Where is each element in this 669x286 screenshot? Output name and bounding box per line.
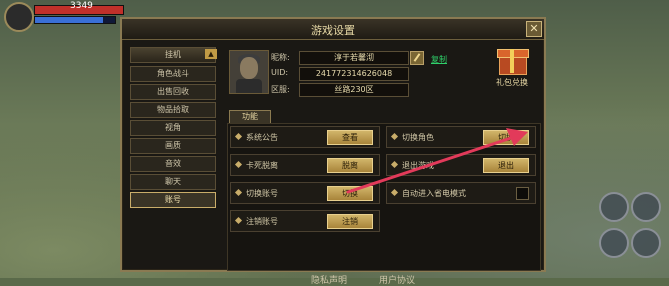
nav-item-graphics[interactable]: 画质 bbox=[130, 138, 216, 154]
close-icon[interactable]: ✕ bbox=[526, 21, 542, 37]
nav-item-sell-recycle[interactable]: 出售回收 bbox=[130, 84, 216, 100]
nav-item-camera[interactable]: 视角 bbox=[130, 120, 216, 136]
hp-value: 3349 bbox=[70, 1, 93, 11]
skill-button[interactable] bbox=[631, 228, 661, 258]
nav-item-account[interactable]: 账号 bbox=[130, 192, 216, 208]
nav-item-audio[interactable]: 音效 bbox=[130, 156, 216, 172]
delete-account-button[interactable]: 注销 bbox=[327, 214, 373, 229]
dialog-title-bar: 游戏设置 ✕ bbox=[122, 19, 544, 40]
switch-character-button[interactable]: 切换 bbox=[483, 130, 529, 145]
diamond-icon bbox=[234, 160, 243, 169]
nav-item-chat[interactable]: 聊天 bbox=[130, 174, 216, 190]
skill-button[interactable] bbox=[599, 192, 629, 222]
option-label: 系统公告 bbox=[246, 133, 278, 142]
diamond-icon bbox=[390, 160, 399, 169]
option-label: 切换角色 bbox=[402, 133, 434, 142]
diamond-icon bbox=[234, 132, 243, 141]
user-agreement-link[interactable]: 用户协议 bbox=[379, 273, 415, 286]
option-label: 卡死脱离 bbox=[246, 161, 278, 170]
copy-uid-link[interactable]: 复制 bbox=[431, 54, 447, 65]
view-announcement-button[interactable]: 查看 bbox=[327, 130, 373, 145]
nav-item-label: 挂机 bbox=[165, 50, 181, 59]
nav-item-auto-battle[interactable]: 挂机 ▲ bbox=[130, 47, 217, 63]
left-hud-area bbox=[0, 42, 120, 278]
nickname-value: 淳于若馨沏 bbox=[299, 51, 409, 65]
diamond-icon bbox=[234, 188, 243, 197]
collapse-arrow-icon[interactable]: ▲ bbox=[205, 49, 217, 59]
option-switch-account: 切换账号 切换 bbox=[230, 182, 380, 204]
settings-dialog: 游戏设置 ✕ 挂机 ▲ 角色战斗 出售回收 物品拾取 视角 画质 音效 聊天 账… bbox=[120, 17, 546, 286]
options-panel: 系统公告 查看 切换角色 切换 卡死脱离 脱离 退出游戏 退出 切换账号 切换 … bbox=[227, 123, 541, 271]
gift-redeem-button[interactable]: 礼包兑换 bbox=[489, 49, 535, 95]
option-delete-account: 注销账号 注销 bbox=[230, 210, 380, 232]
player-avatar[interactable] bbox=[4, 2, 34, 32]
option-power-save: 自动进入省电模式 bbox=[386, 182, 536, 204]
edit-name-icon[interactable] bbox=[410, 51, 424, 65]
character-portrait bbox=[229, 50, 269, 94]
option-label: 注销账号 bbox=[246, 217, 278, 226]
switch-account-button[interactable]: 切换 bbox=[327, 186, 373, 201]
server-value: 丝路230区 bbox=[299, 83, 409, 97]
unstuck-button[interactable]: 脱离 bbox=[327, 158, 373, 173]
settings-content: 昵称: 淳于若馨沏 UID: 241772314626048 复制 区服: 丝路… bbox=[225, 47, 543, 286]
right-hud-area bbox=[544, 42, 669, 278]
nav-item-combat[interactable]: 角色战斗 bbox=[130, 66, 216, 82]
nav-item-pickup[interactable]: 物品拾取 bbox=[130, 102, 216, 118]
privacy-link[interactable]: 隐私声明 bbox=[311, 273, 347, 286]
nickname-label: 昵称: bbox=[271, 53, 290, 62]
skill-button[interactable] bbox=[631, 192, 661, 222]
option-exit-game: 退出游戏 退出 bbox=[386, 154, 536, 176]
diamond-icon bbox=[390, 132, 399, 141]
dialog-title: 游戏设置 bbox=[311, 24, 355, 37]
power-save-checkbox[interactable] bbox=[516, 187, 529, 200]
gift-redeem-label: 礼包兑换 bbox=[496, 78, 528, 87]
settings-nav: 挂机 ▲ 角色战斗 出售回收 物品拾取 视角 画质 音效 聊天 账号 bbox=[130, 47, 218, 271]
option-label: 自动进入省电模式 bbox=[402, 189, 466, 198]
option-label: 退出游戏 bbox=[402, 161, 434, 170]
option-switch-character: 切换角色 切换 bbox=[386, 126, 536, 148]
diamond-icon bbox=[234, 216, 243, 225]
diamond-icon bbox=[390, 188, 399, 197]
option-unstuck: 卡死脱离 脱离 bbox=[230, 154, 380, 176]
uid-value: 241772314626048 bbox=[299, 67, 409, 81]
skill-button[interactable] bbox=[599, 228, 629, 258]
uid-label: UID: bbox=[271, 68, 289, 77]
option-label: 切换账号 bbox=[246, 189, 278, 198]
server-label: 区服: bbox=[271, 85, 290, 94]
tab-functions[interactable]: 功能 bbox=[229, 110, 271, 124]
exit-game-button[interactable]: 退出 bbox=[483, 158, 529, 173]
mp-bar bbox=[34, 16, 116, 24]
option-announcement: 系统公告 查看 bbox=[230, 126, 380, 148]
